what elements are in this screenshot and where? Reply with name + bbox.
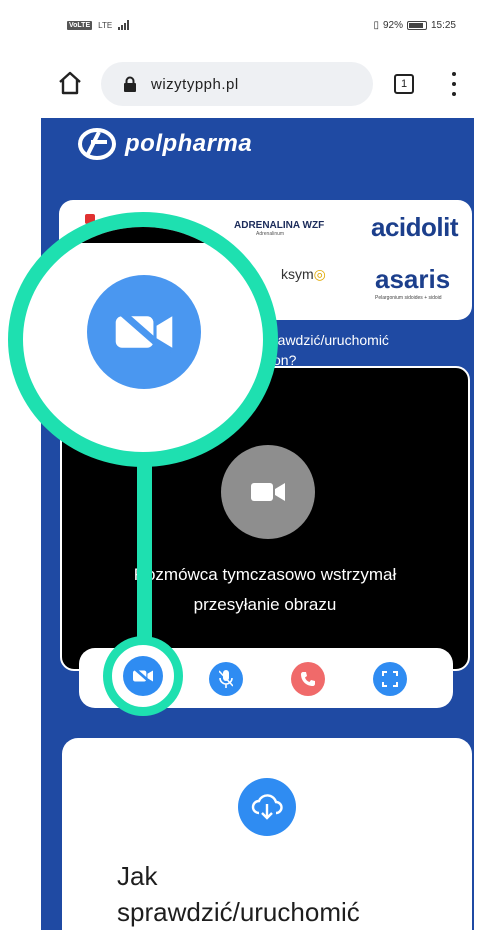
volte-badge: VoLTE <box>67 20 93 30</box>
lock-icon <box>123 76 137 92</box>
mic-off-button[interactable] <box>209 662 243 696</box>
video-off-icon <box>87 275 201 389</box>
phone-icon <box>301 672 315 686</box>
battery-icon <box>406 21 427 30</box>
video-camera-icon <box>221 445 315 539</box>
browser-toolbar: wizytypph.pl 1 <box>41 46 474 118</box>
status-right: ▯ 92% 15:25 <box>373 20 456 31</box>
video-off-icon <box>123 656 163 696</box>
signal-icon <box>118 20 130 30</box>
tabs-icon[interactable]: 1 <box>394 74 414 94</box>
address-bar[interactable]: wizytypph.pl <box>101 62 373 106</box>
hangup-button[interactable] <box>291 662 325 696</box>
fullscreen-button[interactable] <box>373 662 407 696</box>
asaris-logo: asaris Pelargonium sidoides + sidoid <box>375 264 451 301</box>
video-paused-message: Rozmówca tymczasowo wstrzymał przesyłani… <box>133 565 397 614</box>
mic-off-icon <box>219 670 233 688</box>
acidolit-logo: acidolit <box>371 212 459 242</box>
zoom-highlight-small <box>103 636 183 716</box>
brand-name: polpharma <box>125 130 253 157</box>
question-fragment: rawdzić/uruchomić on? <box>273 332 389 368</box>
url-text: wizytypph.pl <box>151 75 239 93</box>
battery-percent: 92% <box>382 20 403 31</box>
zoom-connector <box>137 440 152 650</box>
oksym-logo: ksym◎ <box>281 266 326 282</box>
status-left: VoLTE LTE <box>67 20 130 30</box>
cloud-download-icon[interactable] <box>238 778 296 836</box>
polpharma-logo: polpharma <box>77 126 252 162</box>
polpharma-mark-icon <box>78 128 116 160</box>
phone-screen: VoLTE LTE ▯ 92% 15:25 wizytypph.pl 1 pol <box>41 8 474 930</box>
lte-label: LTE <box>98 20 113 30</box>
zoom-magnifier <box>8 212 278 467</box>
help-card: Jak sprawdzić/uruchomić <box>62 738 472 930</box>
clock: 15:25 <box>430 20 456 31</box>
fullscreen-icon <box>382 671 398 687</box>
vibrate-icon: ▯ <box>373 20 379 31</box>
more-vert-icon[interactable] <box>451 72 457 96</box>
home-icon[interactable] <box>57 70 83 96</box>
help-card-title: Jak sprawdzić/uruchomić <box>117 861 360 927</box>
status-bar: VoLTE LTE ▯ 92% 15:25 <box>41 8 474 46</box>
magnified-video-edge <box>23 227 263 243</box>
